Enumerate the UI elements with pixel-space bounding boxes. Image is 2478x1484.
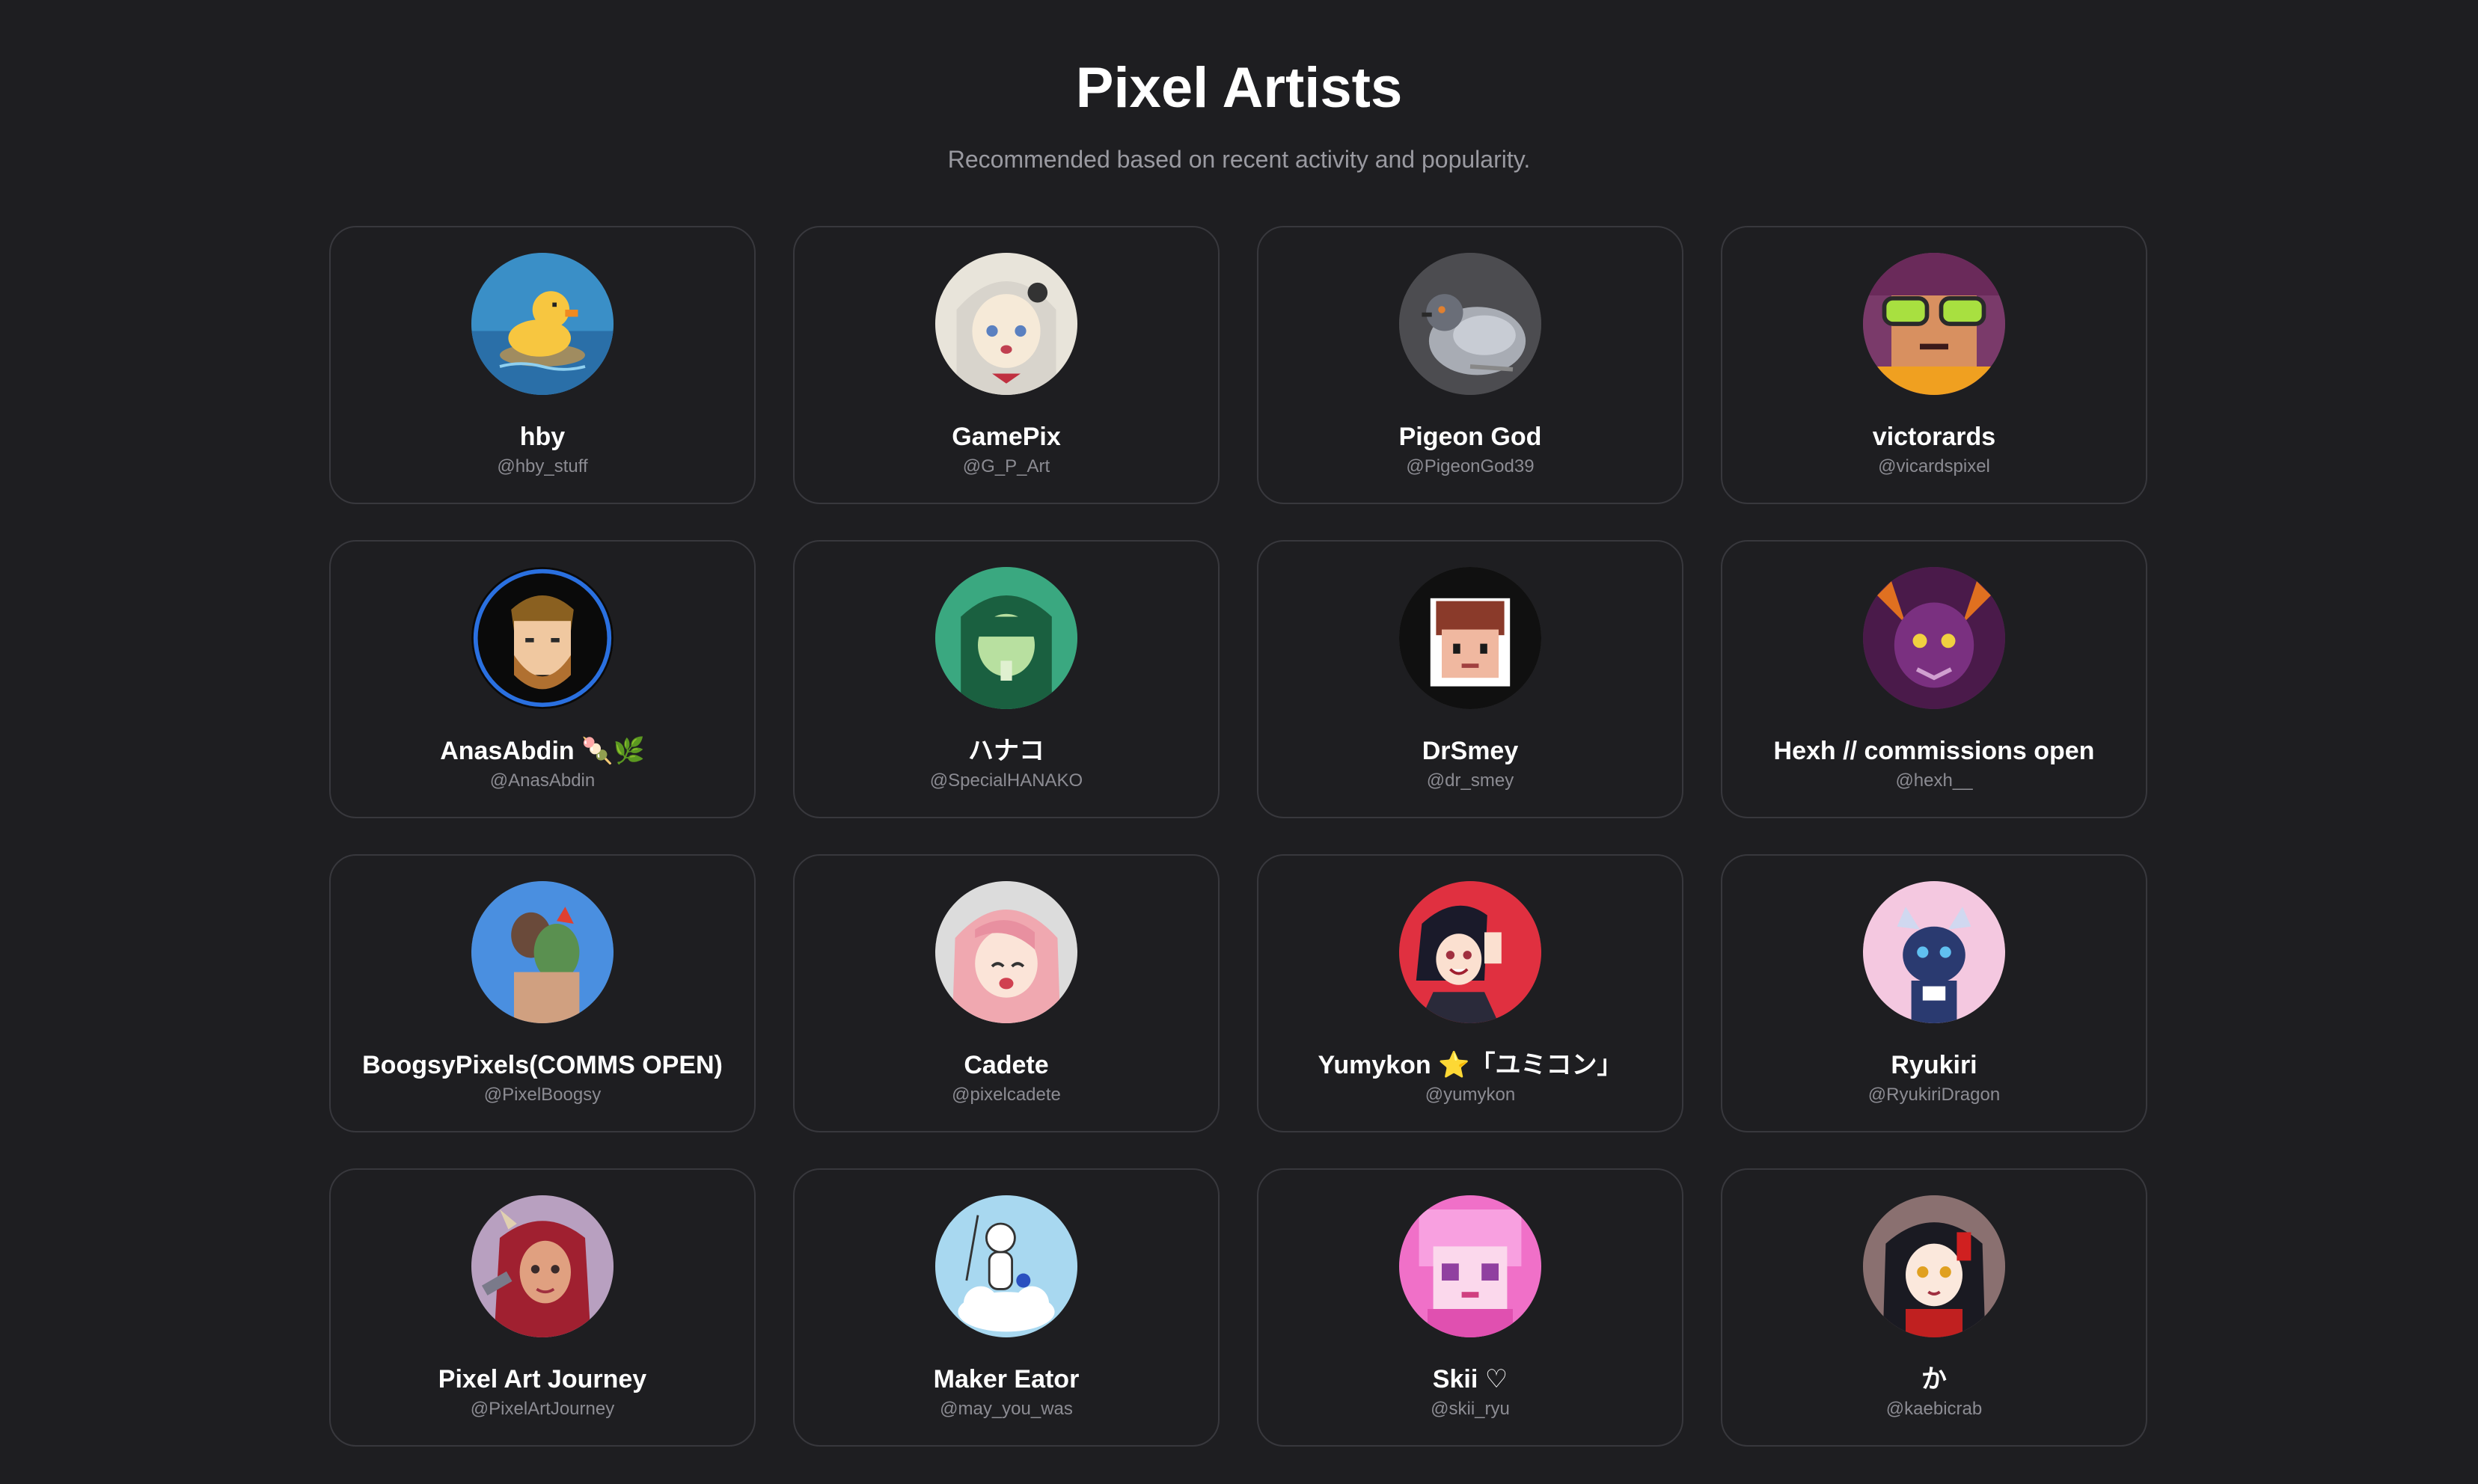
artist-card[interactable]: Hexh // commissions open @hexh__: [1721, 540, 2147, 818]
artist-card[interactable]: Skii ♡ @skii_ryu: [1257, 1168, 1683, 1447]
artist-name: Hexh // commissions open: [1773, 737, 2095, 765]
artist-handle: @vicardspixel: [1878, 456, 1990, 476]
artist-name: AnasAbdin 🍡🌿: [440, 737, 645, 765]
artist-card[interactable]: Ryukiri @RyukiriDragon: [1721, 854, 2147, 1132]
artist-name: Maker Eator: [933, 1365, 1080, 1393]
green-girl-avatar-icon[interactable]: [935, 567, 1077, 709]
artist-name: Cadete: [964, 1051, 1049, 1079]
artist-card[interactable]: Maker Eator @may_you_was: [793, 1168, 1220, 1447]
artist-name: Ryukiri: [1891, 1051, 1977, 1079]
artist-handle: @hexh__: [1895, 770, 1973, 791]
artist-card[interactable]: Yumykon ⭐「ユミコン」 @yumykon: [1257, 854, 1683, 1132]
artist-name: Skii ♡: [1432, 1365, 1508, 1393]
artist-handle: @kaebicrab: [1885, 1399, 1983, 1419]
pixel-boy-avatar-icon[interactable]: [1399, 567, 1541, 709]
dark-hair-girl-avatar-icon[interactable]: [1863, 1195, 2005, 1337]
artist-name: Pixel Art Journey: [438, 1365, 647, 1393]
pink-pixel-girl-avatar-icon[interactable]: [1399, 1195, 1541, 1337]
artist-name: Yumykon ⭐「ユミコン」: [1318, 1051, 1623, 1079]
artist-card[interactable]: DrSmey @dr_smey: [1257, 540, 1683, 818]
artist-handle: @AnasAbdin: [489, 770, 596, 791]
red-bg-girl-avatar-icon[interactable]: [1399, 881, 1541, 1023]
artist-handle: @PixelBoogsy: [483, 1085, 602, 1105]
artist-handle: @pixelcadete: [952, 1085, 1061, 1105]
artist-name: victorards: [1872, 423, 1996, 451]
artist-card[interactable]: victorards @vicardspixel: [1721, 226, 2147, 504]
artist-handle: @SpecialHANAKO: [929, 770, 1083, 791]
blue-dragon-avatar-icon[interactable]: [1863, 881, 2005, 1023]
pixel-artists-page: Pixel Artists Recommended based on recen…: [0, 0, 2478, 1484]
bearded-man-avatar-icon[interactable]: [471, 567, 614, 709]
red-hair-warrior-avatar-icon[interactable]: [471, 1195, 614, 1337]
artist-handle: @PigeonGod39: [1406, 456, 1535, 476]
artist-handle: @dr_smey: [1426, 770, 1514, 791]
artist-handle: @RyukiriDragon: [1867, 1085, 2001, 1105]
goggles-avatar-icon[interactable]: [1863, 253, 2005, 395]
pink-hair-avatar-icon[interactable]: [935, 881, 1077, 1023]
artist-card[interactable]: Pixel Art Journey @PixelArtJourney: [329, 1168, 756, 1447]
anime-girl-avatar-icon[interactable]: [935, 253, 1077, 395]
artist-handle: @PixelArtJourney: [470, 1399, 615, 1419]
artist-card[interactable]: Pigeon God @PigeonGod39: [1257, 226, 1683, 504]
artist-card[interactable]: AnasAbdin 🍡🌿 @AnasAbdin: [329, 540, 756, 818]
artist-name: hby: [519, 423, 566, 451]
artist-card[interactable]: か @kaebicrab: [1721, 1168, 2147, 1447]
artist-handle: @G_P_Art: [962, 456, 1050, 476]
purple-creature-avatar-icon[interactable]: [1863, 567, 2005, 709]
artist-handle: @hby_stuff: [497, 456, 588, 476]
pigeon-avatar-icon[interactable]: [1399, 253, 1541, 395]
artist-handle: @skii_ryu: [1431, 1399, 1510, 1419]
artist-card[interactable]: hby @hby_stuff: [329, 226, 756, 504]
page-subtitle: Recommended based on recent activity and…: [947, 146, 1531, 173]
artist-card[interactable]: GamePix @G_P_Art: [793, 226, 1220, 504]
two-faces-avatar-icon[interactable]: [471, 881, 614, 1023]
artist-handle: @may_you_was: [940, 1399, 1073, 1419]
artist-card[interactable]: ハナコ @SpecialHANAKO: [793, 540, 1220, 818]
page-title: Pixel Artists: [1075, 56, 1403, 120]
duck-avatar-icon[interactable]: [471, 253, 614, 395]
artist-card[interactable]: Cadete @pixelcadete: [793, 854, 1220, 1132]
cloud-fisher-avatar-icon[interactable]: [935, 1195, 1077, 1337]
artist-name: ハナコ: [968, 737, 1044, 765]
artist-name: か: [1921, 1365, 1947, 1393]
artist-card[interactable]: BoogsyPixels(COMMS OPEN) @PixelBoogsy: [329, 854, 756, 1132]
artist-grid: hby @hby_stuff GamePix @G_P_Art Pigeon G…: [329, 226, 2149, 1447]
artist-name: DrSmey: [1422, 737, 1519, 765]
artist-name: BoogsyPixels(COMMS OPEN): [362, 1051, 723, 1079]
artist-name: GamePix: [952, 423, 1061, 451]
artist-name: Pigeon God: [1398, 423, 1542, 451]
artist-handle: @yumykon: [1425, 1085, 1516, 1105]
